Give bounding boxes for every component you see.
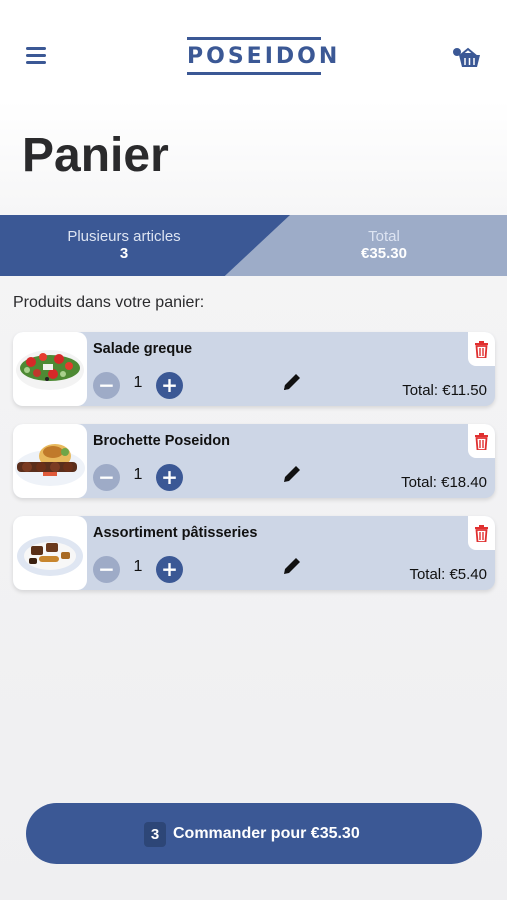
logo-text: POSEIDON <box>187 44 341 69</box>
logo[interactable]: POSEIDON <box>187 37 341 77</box>
pencil-icon[interactable] <box>281 371 303 393</box>
decrease-quantity-button[interactable]: − <box>93 372 120 399</box>
item-name: Brochette Poseidon <box>93 433 230 449</box>
order-button[interactable]: 3 Commander pour €35.30 <box>26 803 482 864</box>
product-image-brochette <box>13 424 87 498</box>
order-count-badge: 3 <box>144 822 166 847</box>
order-button-label: Commander pour €35.30 <box>173 825 360 842</box>
trash-icon[interactable] <box>468 516 495 550</box>
cart-item: Salade greque − 1 + Total: €11.50 <box>13 332 495 406</box>
app-header: POSEIDON <box>0 0 507 110</box>
items-label: Plusieurs articles <box>67 228 181 245</box>
cart-item: Brochette Poseidon − 1 + Total: €18.40 <box>13 424 495 498</box>
item-total: Total: €11.50 <box>402 382 487 399</box>
items-count: 3 <box>119 245 129 262</box>
increase-quantity-button[interactable]: + <box>156 372 183 399</box>
section-label: Produits dans votre panier: <box>13 294 205 311</box>
total-block: Total €35.30 <box>320 228 448 263</box>
total-value: €35.30 <box>361 245 407 262</box>
decrease-quantity-button[interactable]: − <box>93 556 120 583</box>
items-count-block: Plusieurs articles 3 <box>60 228 188 263</box>
item-total: Total: €5.40 <box>409 566 487 583</box>
quantity-value: 1 <box>133 466 143 483</box>
quantity-value: 1 <box>133 374 143 391</box>
trash-icon[interactable] <box>468 332 495 366</box>
trash-icon[interactable] <box>468 424 495 458</box>
basket-icon[interactable] <box>452 46 482 70</box>
total-label: Total <box>368 228 400 245</box>
product-image-pastries <box>13 516 87 590</box>
increase-quantity-button[interactable]: + <box>156 556 183 583</box>
page-title: Panier <box>22 129 169 182</box>
item-name: Salade greque <box>93 341 193 357</box>
pencil-icon[interactable] <box>281 463 303 485</box>
item-total: Total: €18.40 <box>401 474 487 491</box>
cart-summary-banner: Plusieurs articles 3 Total €35.30 <box>0 215 507 276</box>
product-image-salad <box>13 332 87 406</box>
increase-quantity-button[interactable]: + <box>156 464 183 491</box>
pencil-icon[interactable] <box>281 555 303 577</box>
item-name: Assortiment pâtisseries <box>93 525 258 541</box>
decrease-quantity-button[interactable]: − <box>93 464 120 491</box>
cart-item: Assortiment pâtisseries − 1 + Total: €5.… <box>13 516 495 590</box>
quantity-value: 1 <box>133 558 143 575</box>
hamburger-menu-icon[interactable] <box>26 47 46 65</box>
